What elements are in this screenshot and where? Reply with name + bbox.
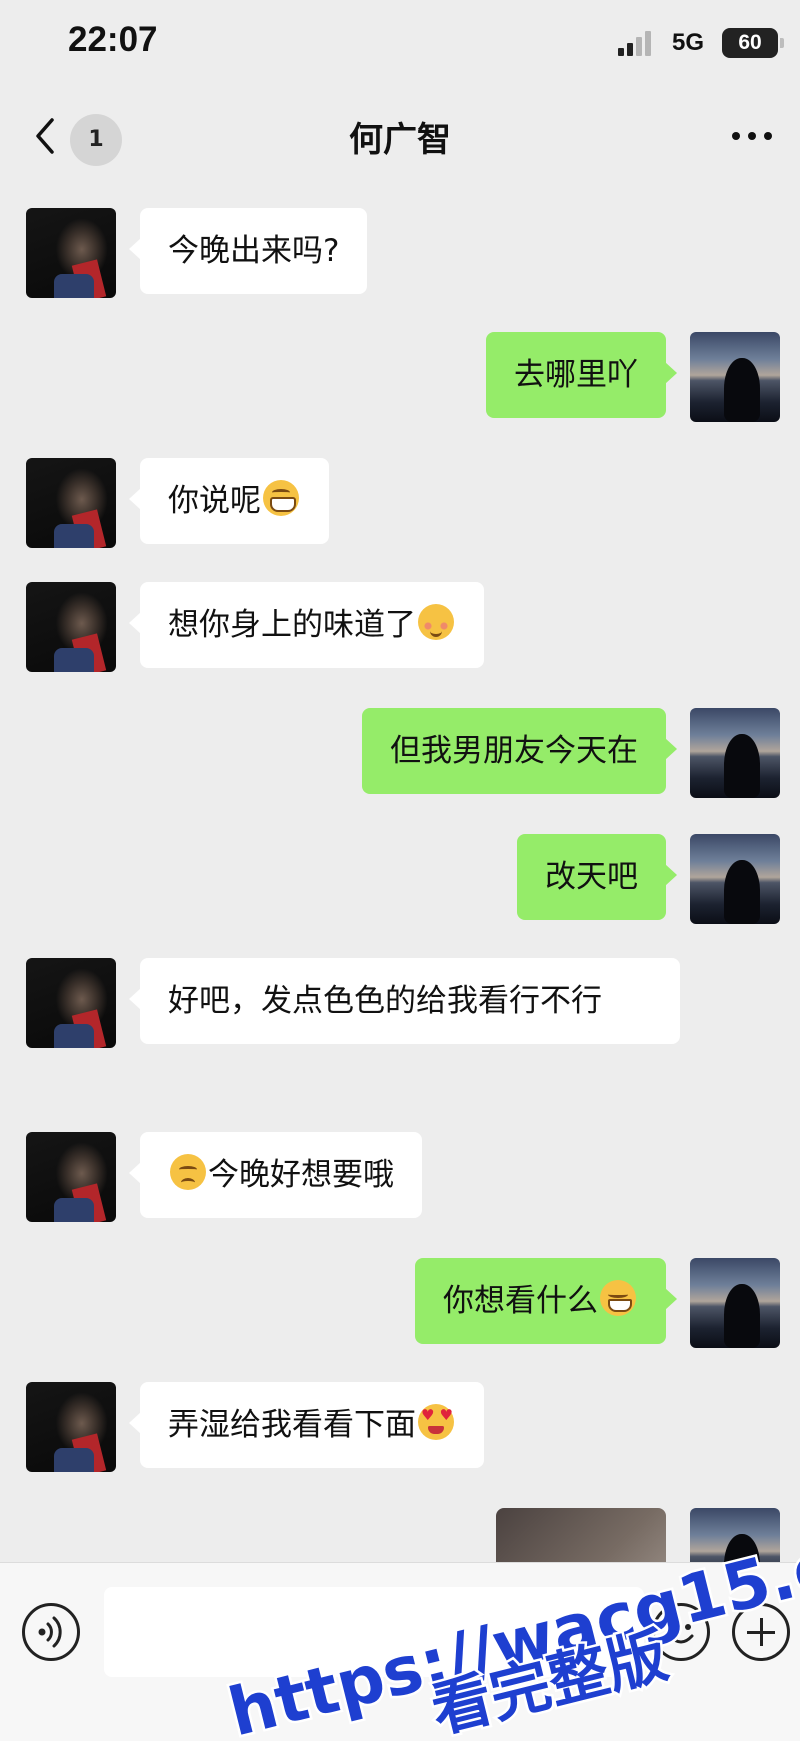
chat-title: 何广智 bbox=[349, 120, 451, 160]
message-bubble[interactable]: 想你身上的味道了 bbox=[129, 582, 484, 668]
status-time: 22:07 bbox=[68, 20, 158, 59]
voice-input-button[interactable] bbox=[22, 1603, 80, 1661]
message-text: 弄湿给我看看下面 bbox=[168, 1407, 416, 1443]
self-avatar[interactable] bbox=[690, 332, 780, 422]
message-bubble[interactable]: 好吧，发点色色的给我看行不行 bbox=[129, 958, 680, 1044]
message-bubble[interactable]: 你想看什么 bbox=[415, 1258, 677, 1344]
smiley-icon bbox=[668, 1624, 694, 1644]
status-bar: 22:07 5G 60 bbox=[0, 0, 800, 90]
contact-avatar[interactable] bbox=[26, 958, 116, 1048]
contact-avatar[interactable] bbox=[26, 208, 116, 298]
message-text: 好吧，发点色色的给我看行不行 bbox=[168, 983, 602, 1019]
message-text: 但我男朋友今天在 bbox=[390, 733, 638, 769]
smirk-emoji-icon bbox=[600, 1280, 636, 1316]
voice-wave-icon bbox=[38, 1616, 62, 1648]
unread-count-badge[interactable]: 1 bbox=[70, 114, 122, 166]
contact-avatar[interactable] bbox=[26, 1382, 116, 1472]
message-text: 想你身上的味道了 bbox=[168, 607, 416, 643]
battery-icon: 60 bbox=[722, 28, 784, 58]
nav-bar: 1 何广智 bbox=[0, 90, 800, 182]
contact-avatar[interactable] bbox=[26, 458, 116, 548]
message-input[interactable] bbox=[104, 1587, 644, 1677]
self-avatar[interactable] bbox=[690, 1258, 780, 1348]
message-bubble[interactable]: 今晚好想要哦 bbox=[129, 1132, 422, 1218]
heart-eyes-emoji-icon bbox=[418, 1404, 454, 1440]
chat-screen: 22:07 5G 60 1 何广智 今晚出来吗? 去哪里吖 你说呢 想你身上的味… bbox=[0, 0, 800, 1741]
emoji-button[interactable] bbox=[652, 1603, 710, 1661]
contact-avatar[interactable] bbox=[26, 1132, 116, 1222]
sad-emoji-icon bbox=[170, 1154, 206, 1190]
message-list[interactable]: 今晚出来吗? 去哪里吖 你说呢 想你身上的味道了 但我男朋友今天在 改天吧 好吧… bbox=[0, 182, 800, 1562]
blushing-emoji-icon bbox=[418, 604, 454, 640]
message-text: 你说呢 bbox=[168, 483, 261, 519]
self-avatar[interactable] bbox=[690, 708, 780, 798]
image-message[interactable] bbox=[496, 1508, 666, 1562]
message-bubble[interactable]: 但我男朋友今天在 bbox=[362, 708, 677, 794]
contact-avatar[interactable] bbox=[26, 582, 116, 672]
more-options-icon[interactable] bbox=[728, 130, 776, 142]
message-text: 去哪里吖 bbox=[514, 357, 638, 393]
message-text: 今晚好想要哦 bbox=[208, 1157, 394, 1193]
message-text: 今晚出来吗? bbox=[168, 233, 340, 269]
message-bubble[interactable]: 改天吧 bbox=[517, 834, 677, 920]
signal-icon bbox=[618, 30, 654, 56]
network-label: 5G bbox=[672, 29, 705, 56]
message-bubble[interactable]: 今晚出来吗? bbox=[128, 208, 368, 294]
self-avatar[interactable] bbox=[690, 1508, 780, 1562]
message-bubble[interactable]: 弄湿给我看看下面 bbox=[129, 1382, 484, 1468]
plus-button[interactable] bbox=[732, 1603, 790, 1661]
message-bubble[interactable]: 去哪里吖 bbox=[486, 332, 677, 418]
self-avatar[interactable] bbox=[690, 834, 780, 924]
message-text: 你想看什么 bbox=[443, 1283, 598, 1319]
back-arrow-icon[interactable] bbox=[30, 114, 66, 158]
message-text: 改天吧 bbox=[545, 859, 638, 895]
message-bubble[interactable]: 你说呢 bbox=[129, 458, 329, 544]
grin-emoji-icon bbox=[263, 480, 299, 516]
input-bar bbox=[0, 1562, 800, 1741]
